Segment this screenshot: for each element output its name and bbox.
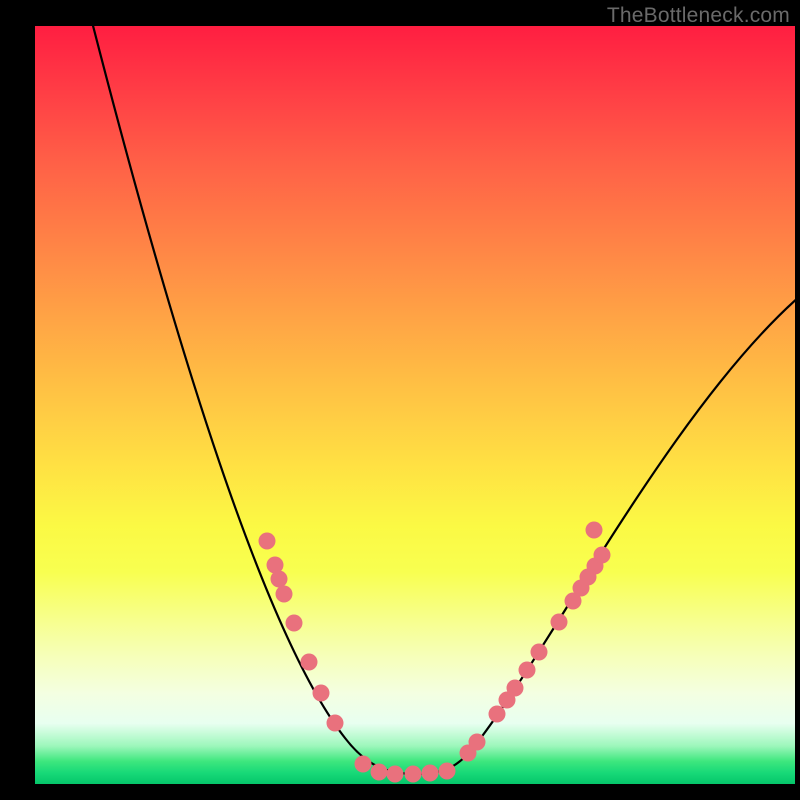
data-dot [271, 571, 288, 588]
plot-area [35, 26, 795, 784]
data-dot [301, 654, 318, 671]
data-dot [355, 756, 372, 773]
data-dot [594, 547, 611, 564]
data-dot [259, 533, 276, 550]
data-dot [586, 522, 603, 539]
bottleneck-curve [90, 26, 795, 774]
watermark-text: TheBottleneck.com [607, 4, 790, 28]
data-dot [405, 766, 422, 783]
data-dot [531, 644, 548, 661]
data-dot [313, 685, 330, 702]
data-dot [327, 715, 344, 732]
data-dot [371, 764, 388, 781]
curve-layer [35, 26, 795, 784]
data-dot [422, 765, 439, 782]
data-dot [519, 662, 536, 679]
data-dot [286, 615, 303, 632]
chart-stage: TheBottleneck.com [0, 0, 800, 800]
data-dot [551, 614, 568, 631]
data-dot [507, 680, 524, 697]
data-dot [489, 706, 506, 723]
data-dot [276, 586, 293, 603]
data-dot [387, 766, 404, 783]
data-dot [439, 763, 456, 780]
data-dots-group [259, 522, 611, 783]
data-dot [469, 734, 486, 751]
